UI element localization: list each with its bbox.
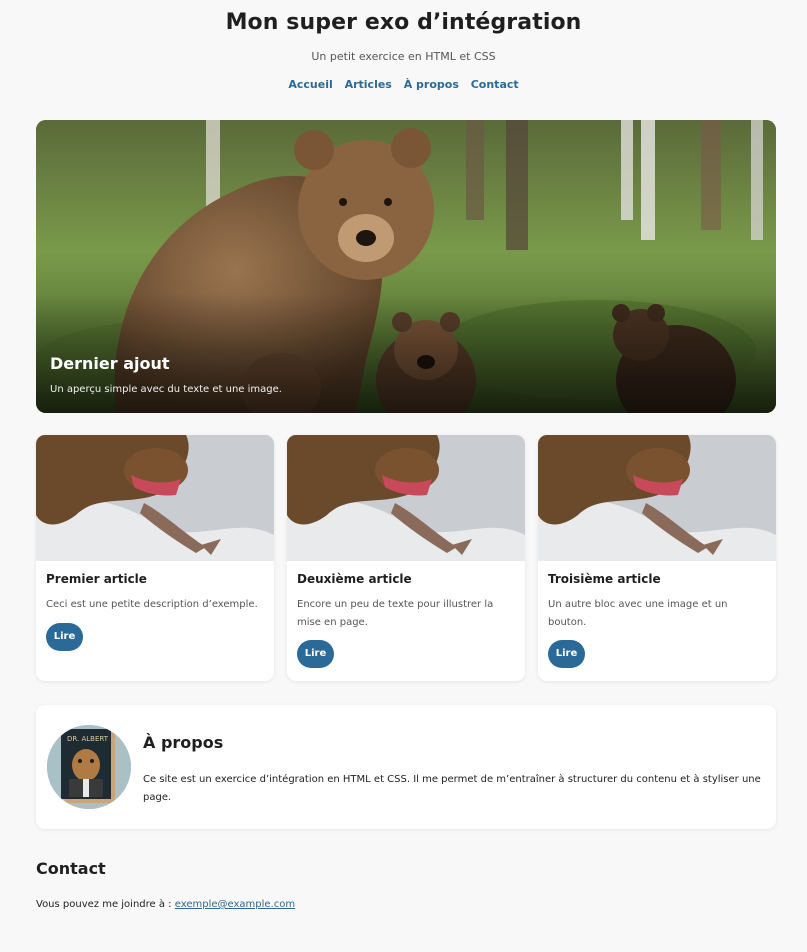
hero-overlay [36, 293, 776, 413]
site-subtitle: Un petit exercice en HTML et CSS [311, 50, 496, 63]
contact-title: Contact [36, 859, 106, 878]
read-button[interactable]: Lire [297, 640, 334, 668]
hero-title: Dernier ajout [50, 354, 170, 373]
about-section: DR. ALBERT À propos Ce site est un exerc… [36, 705, 776, 829]
book-title-text: DR. ALBERT [67, 735, 109, 743]
site-title: Mon super exo d’intégration [225, 10, 582, 35]
read-button[interactable]: Lire [548, 640, 585, 668]
article-title: Premier article [46, 572, 147, 586]
contact-text: Vous pouvez me joindre à : exemple@examp… [36, 899, 295, 910]
contact-label: Vous pouvez me joindre à : [36, 899, 172, 910]
main-nav: Accueil Articles À propos Contact [0, 78, 807, 91]
article-title: Troisième article [548, 572, 661, 586]
article-image [538, 435, 776, 561]
read-button[interactable]: Lire [46, 623, 83, 651]
article-description: Ceci est une petite description d’exempl… [46, 599, 258, 610]
hero-text: Un aperçu simple avec du texte et une im… [50, 384, 282, 395]
nav-link-articles[interactable]: Articles [345, 78, 392, 91]
contact-email-link[interactable]: exemple@example.com [175, 899, 295, 910]
article-image [287, 435, 525, 561]
article-image [36, 435, 274, 561]
nav-link-accueil[interactable]: Accueil [288, 78, 332, 91]
nav-link-a-propos[interactable]: À propos [404, 78, 459, 91]
article-card: Troisième article Un autre bloc avec une… [538, 435, 776, 681]
article-description: Encore un peu de texte pour illustrer la… [297, 599, 494, 628]
article-title: Deuxième article [297, 572, 412, 586]
avatar: DR. ALBERT [47, 725, 131, 809]
nav-link-contact[interactable]: Contact [471, 78, 519, 91]
hero-banner: Dernier ajout Un aperçu simple avec du t… [36, 120, 776, 413]
about-title: À propos [143, 733, 224, 752]
article-card: Deuxième article Encore un peu de texte … [287, 435, 525, 681]
article-card: Premier article Ceci est une petite desc… [36, 435, 274, 681]
about-text: Ce site est un exercice d’intégration en… [143, 774, 761, 803]
article-description: Un autre bloc avec une image et un bouto… [548, 599, 728, 628]
